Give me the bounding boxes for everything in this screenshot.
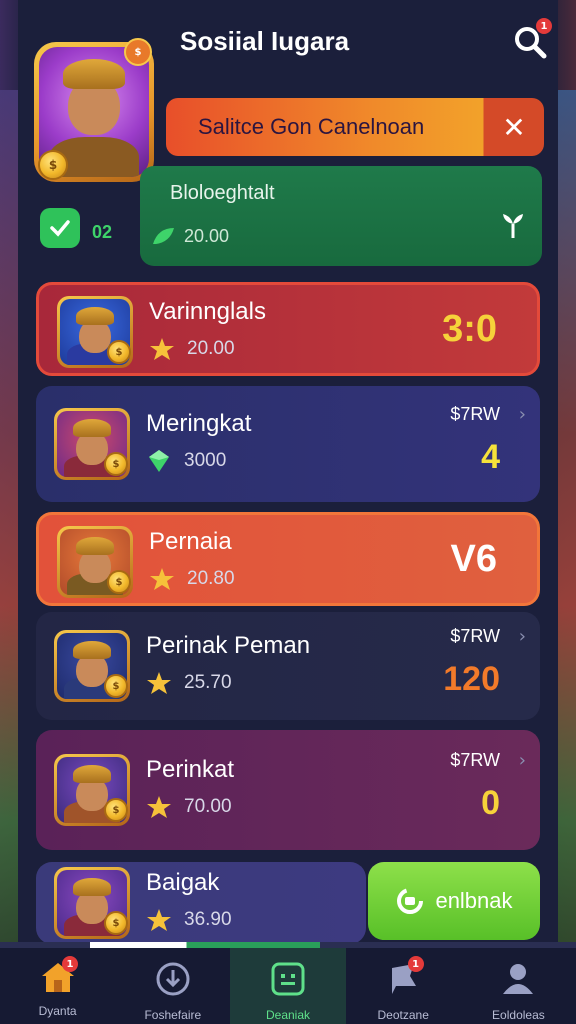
player-avatar[interactable]: $ xyxy=(54,630,130,702)
star-icon xyxy=(146,794,172,824)
player-points: 70.00 xyxy=(184,796,232,817)
nav-item-deaniak[interactable]: Deaniak xyxy=(230,948,346,1024)
check-count: 02 xyxy=(92,222,113,242)
player-name: Perinkat xyxy=(146,756,235,783)
coin-icon: $ xyxy=(107,570,131,594)
chevron-right-icon[interactable]: › xyxy=(519,750,526,771)
player-score: 3:0 xyxy=(442,308,497,350)
nav-label: Deotzane xyxy=(377,1008,429,1022)
nav-label: Deaniak xyxy=(265,1008,311,1022)
coin-icon: $ xyxy=(104,798,128,822)
check-badge[interactable] xyxy=(40,208,80,248)
player-avatar[interactable]: $ xyxy=(54,867,130,939)
nav-label: Foshefaire xyxy=(144,1008,202,1022)
player-points: 3000 xyxy=(184,450,227,471)
nav-badge: 1 xyxy=(62,956,78,972)
player-avatar[interactable]: $ xyxy=(54,754,130,826)
refresh-icon xyxy=(397,888,424,914)
leaderboard-row[interactable]: $ Pernaia 20.80 V6 xyxy=(36,512,540,606)
player-name: Pernaia xyxy=(149,528,232,555)
page-title: Sosiial Iugara xyxy=(180,26,350,56)
player-avatar[interactable]: $ xyxy=(57,526,133,598)
nav-badge: 1 xyxy=(407,956,424,972)
player-name: Perinak Peman xyxy=(146,632,311,659)
coin-icon: $ xyxy=(38,150,68,180)
player-points: 20.80 xyxy=(187,568,235,589)
nav-label: Dyanta xyxy=(38,1004,77,1018)
player-score: 0 xyxy=(481,784,500,822)
chevron-right-icon[interactable]: › xyxy=(519,404,526,425)
nav-item-eoldoleas[interactable]: Eoldoleas xyxy=(461,948,576,1024)
nav-item-dyanta[interactable]: 1 Dyanta xyxy=(0,948,115,1024)
player-score: 4 xyxy=(481,438,500,476)
player-avatar[interactable]: $ xyxy=(57,296,133,368)
price-label: $7RW xyxy=(450,626,500,646)
background-left-scene xyxy=(0,90,20,950)
cta-label: enlbnak xyxy=(435,888,513,913)
coin-icon: $ xyxy=(107,340,131,364)
player-score: 120 xyxy=(443,660,500,698)
close-button[interactable]: ✕ xyxy=(484,98,544,156)
promo-banner[interactable]: Salitce Gon Canelnoan ✕ xyxy=(166,98,544,156)
leaderboard-row[interactable]: $ Meringkat 3000 $7RW › 4 xyxy=(36,386,540,502)
game-icon xyxy=(269,960,307,1002)
cta-button[interactable]: enlbnak xyxy=(368,862,540,940)
player-points: 20.00 xyxy=(187,338,235,359)
check-icon xyxy=(50,220,70,237)
status-title: Bloloeghtalt xyxy=(170,182,275,204)
download-icon xyxy=(154,960,192,1002)
status-amount: 20.00 xyxy=(184,226,230,246)
player-score: V6 xyxy=(450,538,497,580)
leaf-icon xyxy=(153,228,174,244)
bottom-nav: 1 Dyanta Foshefaire Deaniak 1 Deotzane Eoldole… xyxy=(0,948,576,1024)
price-label: $7RW xyxy=(450,404,500,424)
player-name: Baigak xyxy=(146,869,220,896)
coin-icon: $ xyxy=(104,674,128,698)
leaderboard-row[interactable]: $ Perinkat 70.00 $7RW › 0 xyxy=(36,730,540,850)
leaderboard-row[interactable]: $ Varinnglals 20.00 3:0 xyxy=(36,282,540,376)
plant-icon xyxy=(503,214,523,238)
leaderboard-row[interactable]: $ Baigak 36.90 xyxy=(36,862,366,944)
nav-item-foshefaire[interactable]: Foshefaire xyxy=(115,948,230,1024)
profile-avatar[interactable]: $ $ xyxy=(34,38,154,182)
player-points: 36.90 xyxy=(184,909,232,930)
background-right-scene xyxy=(556,90,576,950)
leaderboard-row[interactable]: $ Perinak Peman 25.70 $7RW › 120 xyxy=(36,612,540,720)
nav-item-deotzane[interactable]: 1 Deotzane xyxy=(346,948,461,1024)
price-label: $7RW xyxy=(450,750,500,770)
player-points: 25.70 xyxy=(184,672,232,693)
gem-icon xyxy=(146,448,172,478)
search-button[interactable]: 1 xyxy=(510,18,552,62)
profile-icon xyxy=(499,960,537,1002)
avatar-coin-badge: $ xyxy=(124,38,152,66)
star-icon xyxy=(146,907,172,937)
close-icon: ✕ xyxy=(502,110,526,144)
nav-label: Eoldoleas xyxy=(492,1008,545,1022)
status-card[interactable]: Bloloeghtalt 20.00 xyxy=(140,166,542,266)
promo-text: Salitce Gon Canelnoan xyxy=(198,114,425,139)
search-badge: 1 xyxy=(536,18,552,34)
coin-icon: $ xyxy=(104,452,128,476)
chevron-right-icon[interactable]: › xyxy=(519,626,526,647)
player-name: Meringkat xyxy=(146,410,252,437)
coin-icon: $ xyxy=(104,911,128,935)
player-name: Varinnglals xyxy=(149,298,266,325)
star-icon xyxy=(146,670,172,700)
star-icon xyxy=(149,566,175,596)
star-icon xyxy=(149,336,175,366)
player-avatar[interactable]: $ xyxy=(54,408,130,480)
